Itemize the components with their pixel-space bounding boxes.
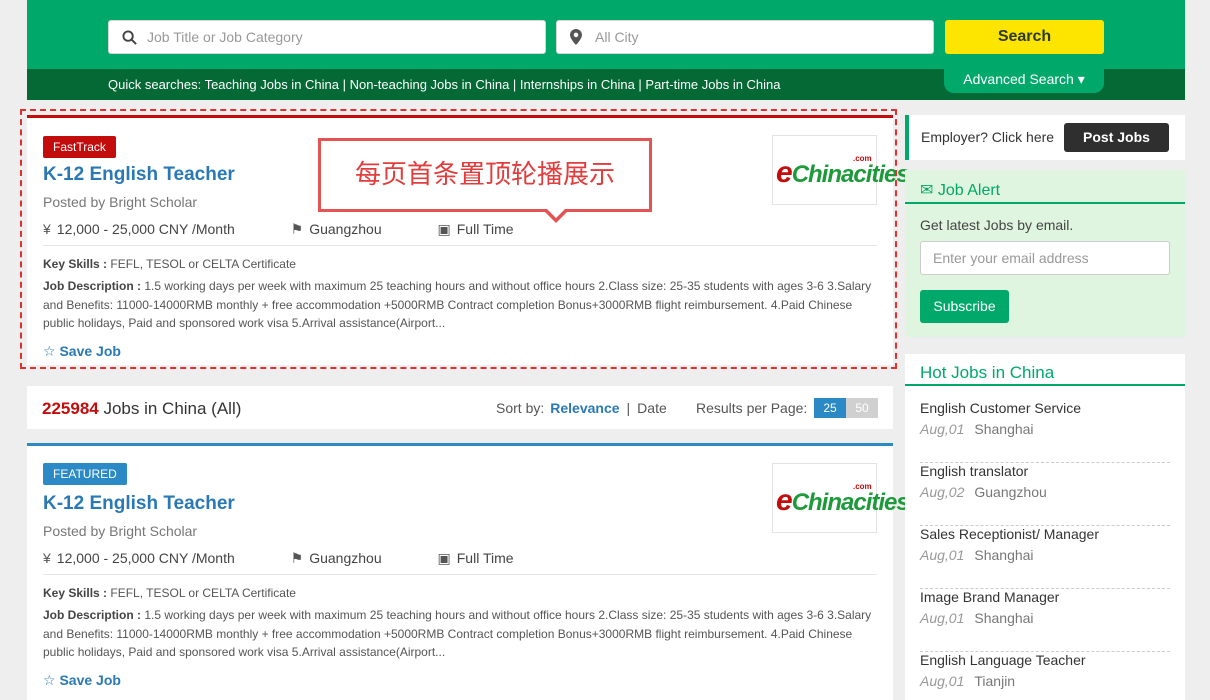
featured-badge: FEATURED [43, 463, 127, 485]
hot-job-title[interactable]: Image Brand Manager [920, 589, 1059, 605]
search-icon [122, 21, 137, 57]
results-per-page-label: Results per Page: [696, 400, 808, 416]
job-description: Job Description : 1.5 working days per w… [43, 608, 872, 659]
envelope-icon: ✉ [920, 182, 934, 199]
email-field[interactable]: Enter your email address [920, 241, 1170, 275]
hot-job-date: Aug,01 [920, 547, 965, 563]
city-input[interactable]: All City [556, 20, 934, 54]
annotation-callout: 每页首条置顶轮播展示 [318, 138, 652, 212]
city-placeholder: All City [595, 29, 639, 45]
job-alert-title: ✉ Job Alert [920, 182, 1001, 199]
employer-post-box: Employer? Click here Post Jobs [905, 115, 1185, 160]
key-skills: Key Skills : FEFL, TESOL or CELTA Certif… [43, 586, 296, 600]
job-title-link[interactable]: K-12 English Teacher [43, 493, 235, 515]
results-count: 225984 Jobs in China (All) [42, 399, 242, 418]
sort-controls: Sort by: Relevance | Date [496, 400, 667, 416]
employer-text: Employer? Click here [921, 129, 1055, 145]
hot-jobs-box: Hot Jobs in China English Customer Servi… [905, 354, 1185, 700]
hot-job-item[interactable]: English translator Aug,02 Guangzhou [920, 463, 1170, 526]
hot-job-title[interactable]: English translator [920, 463, 1028, 479]
location: ⚑ Guangzhou [290, 550, 382, 566]
hot-job-date: Aug,01 [920, 610, 965, 626]
briefcase-icon: ▣ [437, 550, 451, 566]
results-bar: 225984 Jobs in China (All) Sort by: Relev… [27, 386, 893, 429]
hot-job-item[interactable]: Image Brand Manager Aug,01 Shanghai [920, 589, 1170, 652]
search-bar: Job Title or Job Category All City Searc… [27, 0, 1185, 69]
divider [905, 202, 1185, 204]
post-jobs-button[interactable]: Post Jobs [1064, 123, 1169, 152]
location-pin-icon [570, 21, 582, 57]
quick-search-bar: Quick searches: Teaching Jobs in China |… [27, 69, 1185, 100]
hot-job-item[interactable]: Sales Receptionist/ Manager Aug,01 Shangh… [920, 526, 1170, 589]
star-icon: ☆ [43, 672, 56, 688]
per-page-25[interactable]: 25 [814, 398, 846, 418]
divider [905, 384, 1185, 386]
job-card-featured[interactable]: FEATURED K-12 English Teacher Posted by … [27, 443, 910, 700]
job-poster: Posted by Bright Scholar [43, 523, 198, 539]
job-title-input[interactable]: Job Title or Job Category [108, 20, 546, 54]
quick-search-links[interactable]: Quick searches: Teaching Jobs in China |… [108, 77, 781, 92]
job-alert-description: Get latest Jobs by email. [920, 217, 1074, 233]
location-pin-icon: ⚑ [290, 550, 304, 566]
sort-date[interactable]: Date [637, 400, 667, 416]
hot-job-title[interactable]: Sales Receptionist/ Manager [920, 526, 1099, 542]
hot-job-date: Aug,02 [920, 484, 965, 500]
subscribe-button[interactable]: Subscribe [920, 290, 1009, 323]
hot-job-item[interactable]: English Language Teacher Aug,01 Tianjin [920, 652, 1170, 700]
hot-job-date: Aug,01 [920, 673, 965, 689]
hot-job-city: Shanghai [974, 421, 1034, 437]
hot-job-city: Guangzhou [974, 484, 1047, 500]
save-job-button[interactable]: ☆ Save Job [43, 672, 121, 689]
job-alert-box: ✉ Job Alert Get latest Jobs by email. En… [905, 170, 1185, 337]
divider [43, 574, 877, 575]
search-button[interactable]: Search [945, 20, 1104, 54]
echinacities-logo-text: eChinacities [776, 484, 910, 517]
hot-job-item[interactable]: English Customer Service Aug,01 Shanghai [920, 400, 1170, 463]
hot-job-title[interactable]: English Language Teacher [920, 652, 1086, 668]
hot-job-city: Tianjin [974, 673, 1016, 689]
per-page-50[interactable]: 50 [846, 398, 878, 418]
job-type: ▣ Full Time [437, 550, 514, 566]
hot-job-city: Shanghai [974, 547, 1034, 563]
site-header: Job Title or Job Category All City Searc… [27, 0, 1185, 100]
job-meta: ¥12,000 - 25,000 CNY /Month ⚑ Guangzhou ▣… [43, 550, 566, 567]
yuan-icon: ¥ [43, 550, 51, 566]
sort-relevance[interactable]: Relevance [550, 400, 619, 416]
hot-job-title[interactable]: English Customer Service [920, 400, 1081, 416]
hot-job-date: Aug,01 [920, 421, 965, 437]
advanced-search-button[interactable]: Advanced Search ▾ [944, 69, 1104, 93]
salary: ¥12,000 - 25,000 CNY /Month [43, 550, 235, 566]
company-logo[interactable]: eChinacities .com [772, 463, 910, 533]
job-title-placeholder: Job Title or Job Category [147, 29, 303, 45]
hot-job-city: Shanghai [974, 610, 1034, 626]
hot-jobs-title: Hot Jobs in China [920, 363, 1055, 382]
